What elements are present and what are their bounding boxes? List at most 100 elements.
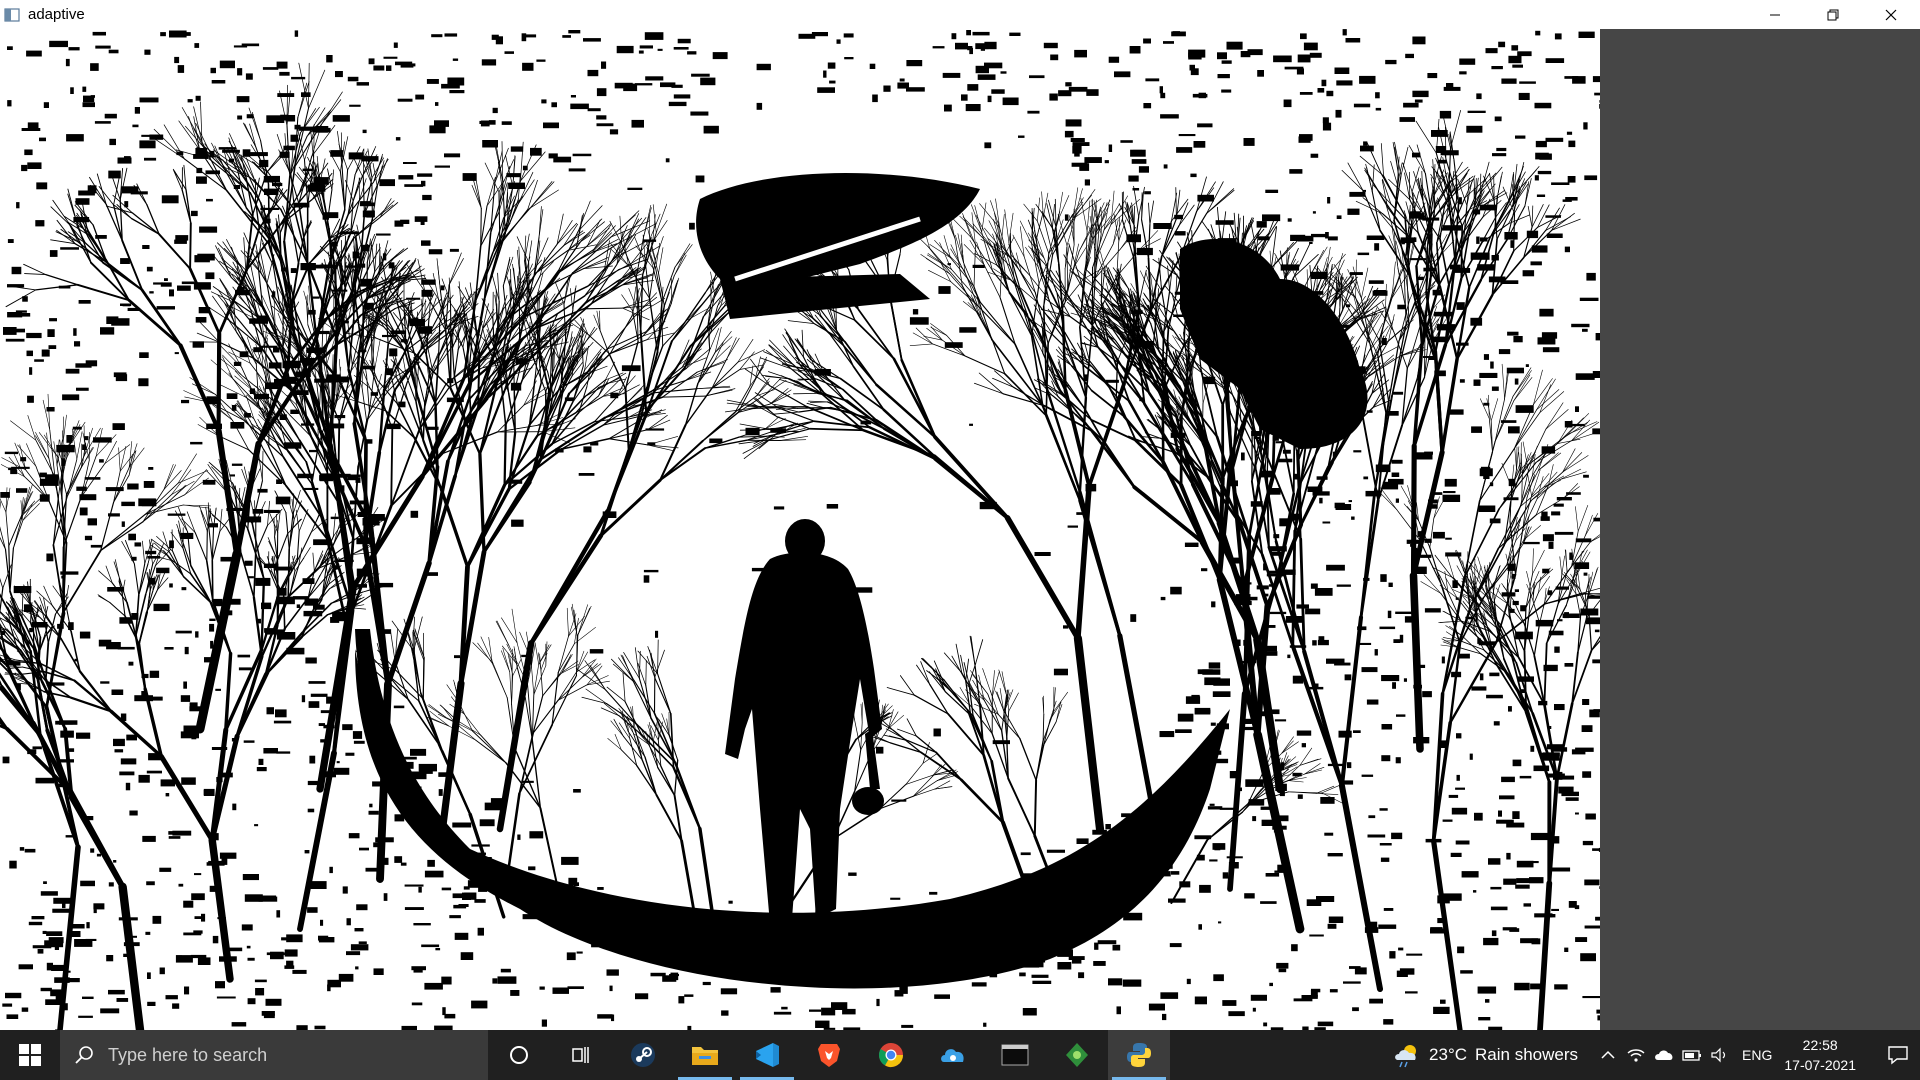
noise-block bbox=[342, 886, 348, 894]
noise-block bbox=[1287, 218, 1292, 222]
noise-block bbox=[1169, 943, 1182, 948]
noise-block bbox=[373, 968, 384, 975]
noise-block bbox=[216, 996, 236, 999]
noise-block bbox=[1450, 852, 1462, 857]
noise-block bbox=[1191, 694, 1200, 699]
noise-block bbox=[1554, 33, 1562, 40]
noise-block bbox=[843, 33, 854, 38]
noise-block bbox=[212, 935, 219, 944]
noise-block bbox=[93, 903, 105, 910]
noise-block bbox=[9, 860, 17, 869]
noise-block bbox=[7, 100, 12, 107]
noise-block bbox=[379, 179, 395, 187]
noise-block bbox=[92, 31, 106, 36]
noise-block bbox=[1171, 31, 1186, 37]
noise-block bbox=[156, 306, 175, 310]
noise-block bbox=[1296, 68, 1304, 75]
noise-block bbox=[1554, 646, 1560, 653]
noise-block bbox=[142, 835, 156, 842]
noise-block bbox=[984, 41, 997, 50]
noise-block bbox=[42, 930, 47, 934]
noise-block bbox=[1136, 247, 1153, 256]
noise-block bbox=[307, 907, 318, 913]
noise-block bbox=[1252, 1007, 1256, 1012]
restore-button[interactable] bbox=[1804, 0, 1862, 29]
noise-block bbox=[152, 915, 162, 924]
noise-block bbox=[106, 955, 114, 962]
noise-block bbox=[153, 282, 163, 285]
noise-block bbox=[1456, 733, 1462, 739]
noise-block bbox=[1406, 953, 1423, 956]
minimize-button[interactable] bbox=[1746, 0, 1804, 29]
noise-block bbox=[977, 74, 996, 80]
noise-block bbox=[296, 604, 301, 608]
noise-block bbox=[90, 848, 95, 853]
noise-block bbox=[24, 848, 36, 853]
noise-block bbox=[1366, 699, 1379, 705]
noise-block bbox=[21, 164, 28, 172]
noise-block bbox=[1492, 153, 1507, 157]
noise-block bbox=[245, 73, 253, 80]
noise-block bbox=[191, 210, 198, 217]
noise-block bbox=[1391, 832, 1403, 840]
noise-block bbox=[1105, 824, 1111, 830]
noise-block bbox=[1131, 159, 1147, 164]
noise-block bbox=[104, 113, 117, 119]
noise-block bbox=[404, 907, 424, 910]
noise-block bbox=[597, 1014, 613, 1019]
noise-block bbox=[1512, 811, 1520, 819]
noise-block bbox=[1300, 33, 1307, 40]
noise-block bbox=[183, 900, 194, 908]
noise-block bbox=[1170, 586, 1182, 595]
noise-block bbox=[657, 48, 663, 51]
noise-block bbox=[39, 137, 46, 142]
noise-block bbox=[684, 994, 694, 997]
noise-block bbox=[1314, 588, 1333, 596]
noise-block bbox=[823, 70, 827, 78]
noise-block bbox=[1535, 30, 1541, 36]
noise-block bbox=[1564, 76, 1579, 79]
noise-block bbox=[1065, 119, 1082, 127]
noise-block bbox=[301, 695, 306, 703]
noise-block bbox=[244, 894, 263, 902]
noise-block bbox=[279, 71, 290, 76]
noise-block bbox=[1585, 813, 1596, 820]
noise-block bbox=[1353, 103, 1371, 108]
noise-block bbox=[510, 146, 524, 152]
noise-block bbox=[336, 761, 340, 764]
noise-block bbox=[635, 993, 649, 1000]
noise-block bbox=[827, 62, 836, 69]
noise-block bbox=[335, 71, 343, 78]
noise-block bbox=[48, 345, 57, 349]
close-button[interactable] bbox=[1862, 0, 1920, 29]
noise-block bbox=[1043, 42, 1058, 49]
noise-block bbox=[1278, 968, 1287, 973]
noise-block bbox=[96, 853, 101, 857]
noise-block bbox=[1587, 595, 1600, 599]
noise-block bbox=[1522, 270, 1535, 277]
noise-block bbox=[1128, 175, 1139, 182]
noise-block bbox=[1265, 189, 1279, 193]
noise-block bbox=[100, 681, 110, 684]
noise-block bbox=[82, 86, 87, 92]
noise-block bbox=[1199, 884, 1211, 893]
noise-block bbox=[220, 556, 232, 562]
tree-branch bbox=[583, 307, 623, 310]
noise-block bbox=[447, 77, 465, 86]
noise-block bbox=[1375, 107, 1382, 111]
noise-block bbox=[1529, 877, 1544, 884]
noise-block bbox=[695, 175, 705, 183]
noise-block bbox=[368, 58, 375, 65]
noise-block bbox=[1383, 908, 1394, 911]
noise-block bbox=[1380, 857, 1390, 862]
noise-block bbox=[1392, 391, 1404, 395]
noise-block bbox=[99, 459, 104, 463]
tree-branch bbox=[371, 184, 373, 220]
noise-block bbox=[1519, 775, 1532, 779]
noise-block bbox=[1565, 797, 1579, 801]
noise-block bbox=[134, 695, 153, 702]
noise-block bbox=[1178, 134, 1196, 137]
noise-block bbox=[452, 822, 472, 828]
title-bar[interactable]: adaptive bbox=[0, 0, 1920, 29]
noise-block bbox=[86, 922, 90, 929]
